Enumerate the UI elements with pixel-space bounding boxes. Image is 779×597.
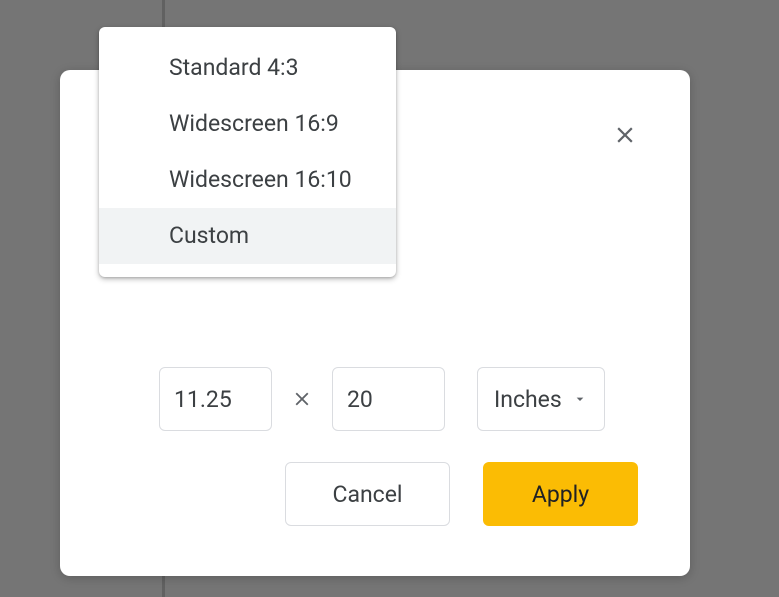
chevron-down-icon [572, 391, 588, 407]
unit-select-label: Inches [494, 386, 562, 413]
apply-button[interactable]: Apply [483, 462, 638, 526]
dropdown-option-standard-4-3[interactable]: Standard 4:3 [99, 40, 396, 96]
dropdown-option-custom[interactable]: Custom [99, 208, 396, 264]
close-button[interactable] [610, 120, 640, 150]
dropdown-option-widescreen-16-9[interactable]: Widescreen 16:9 [99, 96, 396, 152]
dialog-button-row: Cancel Apply [285, 462, 638, 526]
height-input[interactable] [332, 367, 445, 431]
unit-select[interactable]: Inches [477, 367, 605, 431]
width-input[interactable] [159, 367, 272, 431]
close-icon [612, 122, 638, 148]
times-icon [290, 388, 314, 410]
dropdown-option-widescreen-16-10[interactable]: Widescreen 16:10 [99, 152, 396, 208]
aspect-ratio-dropdown: Standard 4:3 Widescreen 16:9 Widescreen … [99, 27, 396, 277]
dimension-input-row: Inches [159, 367, 605, 431]
cancel-button[interactable]: Cancel [285, 462, 450, 526]
